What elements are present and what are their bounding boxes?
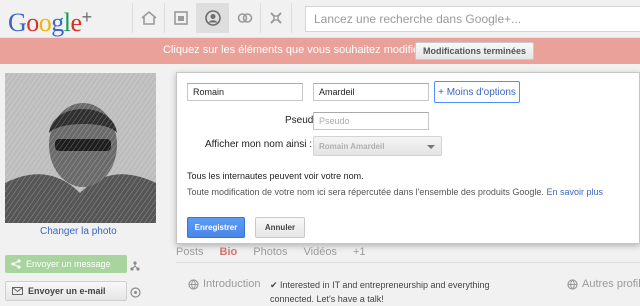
display-name-label: Afficher mon nom ainsi : (205, 139, 313, 150)
send-email-label: Envoyer un e-mail (28, 286, 106, 296)
change-notice: Toute modification de votre nom ici sera… (187, 187, 603, 197)
envelope-icon (12, 287, 23, 295)
introduction-label: Introduction (203, 278, 261, 290)
logo-letter: o (26, 8, 39, 37)
games-icon (270, 12, 282, 24)
profile-tabs: Posts Bio Photos Vidéos +1 (176, 246, 381, 258)
globe-icon (188, 278, 199, 290)
edit-name-dialog: Romain Amardeil + Moins d'options Pseudo… (176, 72, 640, 244)
last-name-input[interactable]: Amardeil (313, 83, 429, 101)
less-options-button[interactable]: + Moins d'options (434, 81, 520, 103)
display-name-select[interactable]: Romain Amardeil (313, 136, 442, 156)
logo-letter: G (8, 8, 27, 37)
logo-wordmark: Google (8, 8, 82, 37)
introduction-text[interactable]: ✔ Interested in IT and entrepreneurship … (270, 278, 510, 306)
google-plus-profile-page: Google+ Lancez une recherche dans Google… (0, 0, 640, 306)
introduction-section: Introduction (188, 278, 260, 290)
tab-photos[interactable]: Photos (253, 246, 287, 258)
top-bar: Google+ Lancez une recherche dans Google… (0, 0, 640, 38)
profile-photo[interactable] (5, 73, 156, 223)
profile-photo-image (5, 73, 156, 223)
google-plus-logo[interactable]: Google+ (8, 2, 92, 38)
edit-mode-instruction: Cliquez sur les éléments que vous souhai… (163, 44, 426, 56)
change-notice-text: Toute modification de votre nom ici sera… (187, 187, 544, 197)
photos-icon (173, 11, 188, 25)
globe-icon (567, 278, 578, 290)
logo-letter: l (63, 8, 71, 37)
chevron-down-icon (427, 145, 435, 149)
share-icon (11, 259, 21, 269)
tab-plus-one[interactable]: +1 (353, 246, 366, 258)
visibility-note: Tous les internautes peuvent voir votre … (187, 171, 364, 181)
circles-button[interactable] (228, 3, 260, 33)
first-name-input[interactable]: Romain (187, 83, 303, 101)
search-input[interactable]: Lancez une recherche dans Google+... (305, 6, 640, 32)
main-navigation (132, 3, 292, 33)
display-name-value: Romain Amardeil (319, 142, 385, 151)
photos-button[interactable] (164, 3, 196, 33)
profile-icon (204, 10, 221, 26)
other-profiles-label: Autres profils (582, 278, 640, 290)
profile-button[interactable] (196, 3, 228, 33)
games-button[interactable] (260, 3, 292, 33)
location-icon[interactable] (130, 285, 141, 303)
send-message-button[interactable]: Envoyer un message (5, 255, 127, 273)
tab-posts[interactable]: Posts (176, 246, 204, 258)
send-message-label: Envoyer un message (26, 259, 111, 269)
tab-videos[interactable]: Vidéos (304, 246, 337, 258)
edit-mode-banner: Cliquez sur les éléments que vous souhai… (0, 38, 640, 64)
logo-letter: o (38, 8, 52, 37)
tabs-divider (176, 262, 640, 263)
logo-plus: + (81, 7, 93, 27)
home-button[interactable] (132, 3, 164, 33)
other-profiles-section: Autres profils (567, 278, 640, 290)
home-icon (140, 11, 157, 25)
logo-letter: e (70, 8, 83, 37)
logo-letter: g (51, 8, 64, 37)
save-button[interactable]: Enregistrer (187, 217, 245, 238)
circles-icon (237, 13, 252, 23)
nickname-input[interactable]: Pseudo (313, 112, 429, 130)
send-email-button[interactable]: Envoyer un e-mail (5, 281, 127, 301)
circles-share-icon[interactable] (130, 258, 140, 276)
tab-bio[interactable]: Bio (220, 246, 238, 258)
done-editing-button[interactable]: Modifications terminées (415, 42, 535, 60)
learn-more-link[interactable]: En savoir plus (546, 187, 603, 197)
change-photo-link[interactable]: Changer la photo (40, 226, 117, 237)
cancel-button[interactable]: Annuler (255, 217, 305, 238)
